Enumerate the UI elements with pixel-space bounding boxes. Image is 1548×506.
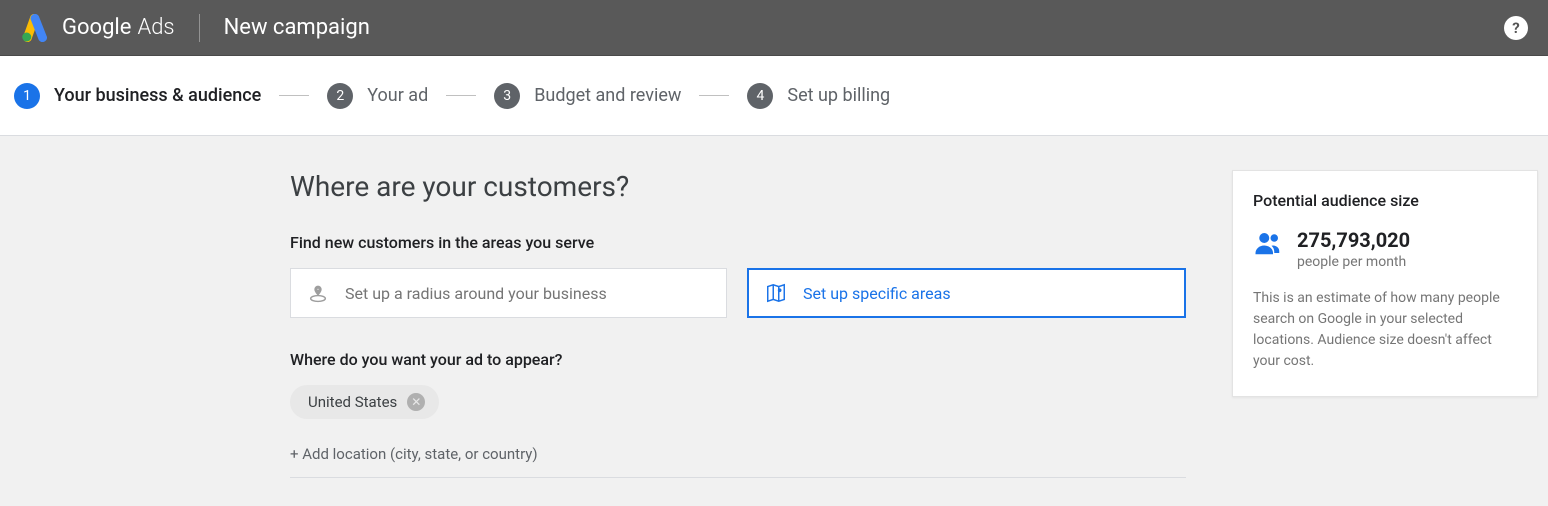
product-lockup[interactable]: Google Ads (20, 14, 175, 42)
step-number: 2 (327, 83, 353, 109)
audience-row: 275,793,020 people per month (1253, 228, 1517, 270)
step-your-ad[interactable]: 2 Your ad (327, 83, 428, 109)
audience-icon (1253, 228, 1283, 262)
step-number: 3 (494, 83, 520, 109)
help-icon: ? (1512, 19, 1519, 37)
step-separator (279, 95, 309, 96)
form-column: Where are your customers? Find new custo… (290, 170, 1186, 478)
step-number: 4 (747, 83, 773, 109)
appear-heading: Where do you want your ad to appear? (290, 350, 1186, 369)
option-radius[interactable]: Set up a radius around your business (290, 268, 727, 318)
product-name-word2: Ads (137, 15, 174, 40)
step-separator (699, 95, 729, 96)
header-title: New campaign (224, 15, 370, 40)
find-customers-heading: Find new customers in the areas you serv… (290, 233, 1186, 252)
audience-count-sub: people per month (1297, 254, 1410, 270)
option-specific-areas[interactable]: Set up specific areas (747, 268, 1186, 318)
step-label: Your ad (367, 85, 428, 106)
audience-size-panel: Potential audience size 275,793,020 peop… (1232, 170, 1538, 397)
audience-count: 275,793,020 (1297, 228, 1410, 252)
progress-stepper: 1 Your business & audience 2 Your ad 3 B… (0, 56, 1548, 136)
main-content: Where are your customers? Find new custo… (0, 136, 1548, 478)
map-icon (765, 282, 787, 304)
remove-location-icon[interactable]: ✕ (407, 393, 425, 411)
step-budget-review[interactable]: 3 Budget and review (494, 83, 681, 109)
panel-title: Potential audience size (1253, 191, 1517, 210)
option-radius-label: Set up a radius around your business (345, 284, 607, 303)
option-areas-label: Set up specific areas (803, 284, 951, 303)
targeting-options: Set up a radius around your business Set… (290, 268, 1186, 318)
header-divider (199, 14, 200, 42)
step-business-audience[interactable]: 1 Your business & audience (14, 83, 261, 109)
audience-description: This is an estimate of how many people s… (1253, 288, 1517, 372)
product-name: Google Ads (62, 15, 175, 40)
help-button[interactable]: ? (1504, 16, 1528, 40)
app-header: Google Ads New campaign ? (0, 0, 1548, 56)
location-chip-label: United States (308, 393, 397, 411)
page-title: Where are your customers? (290, 170, 1186, 203)
step-set-up-billing[interactable]: 4 Set up billing (747, 83, 890, 109)
add-location-input[interactable]: + Add location (city, state, or country) (290, 445, 1186, 478)
product-name-word1: Google (62, 15, 131, 40)
step-separator (446, 95, 476, 96)
location-chips: United States ✕ (290, 385, 1186, 419)
google-ads-logo-icon (20, 14, 50, 42)
step-label: Set up billing (787, 85, 890, 106)
location-chip[interactable]: United States ✕ (290, 385, 439, 419)
radius-pin-icon (307, 282, 329, 304)
step-number: 1 (14, 83, 40, 109)
step-label: Budget and review (534, 85, 681, 106)
step-label: Your business & audience (54, 85, 261, 106)
